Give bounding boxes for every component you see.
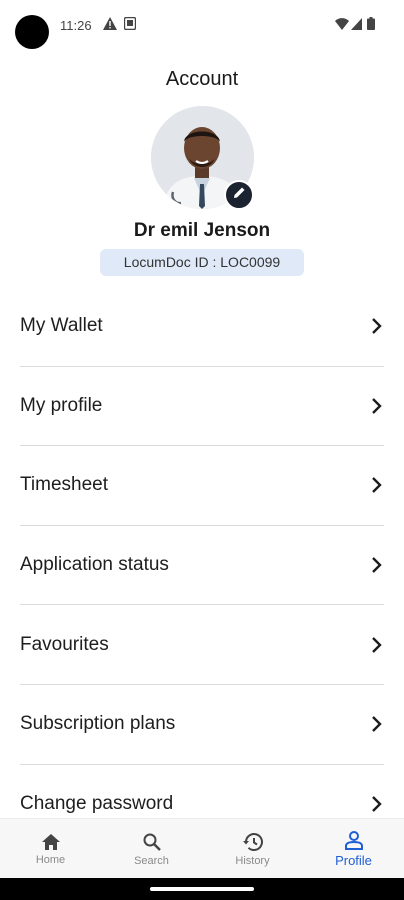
- nav-label: Search: [134, 854, 169, 867]
- chevron-right-icon: [372, 318, 382, 335]
- menu-item-subscription-plans[interactable]: Subscription plans: [20, 685, 384, 765]
- locumdoc-id-badge: LocumDoc ID : LOC0099: [100, 249, 304, 276]
- battery-icon: [367, 17, 375, 35]
- menu-item-favourites[interactable]: Favourites: [20, 605, 384, 685]
- menu-item-timesheet[interactable]: Timesheet: [20, 446, 384, 526]
- menu-item-label: Subscription plans: [20, 713, 176, 735]
- wifi-icon: [335, 17, 349, 35]
- menu-item-label: My profile: [20, 394, 103, 416]
- camera-cutout: [15, 15, 49, 49]
- bottom-navigation: Home Search History Profile: [0, 818, 404, 879]
- home-gesture-handle[interactable]: [150, 887, 254, 891]
- chevron-right-icon: [372, 557, 382, 573]
- menu-item-label: Change password: [20, 792, 174, 814]
- chevron-right-icon: [372, 398, 382, 414]
- search-icon: [143, 833, 161, 851]
- nav-item-search[interactable]: Search: [101, 819, 202, 879]
- menu-item-my-wallet[interactable]: My Wallet: [20, 287, 384, 367]
- nav-item-home[interactable]: Home: [0, 819, 101, 879]
- pencil-icon: [233, 186, 246, 204]
- home-icon: [41, 833, 60, 850]
- signal-icon: [351, 17, 362, 35]
- chevron-right-icon: [372, 796, 382, 812]
- menu-item-label: Favourites: [20, 633, 109, 655]
- menu-item-label: Application status: [20, 554, 169, 576]
- history-icon: [242, 832, 263, 851]
- nav-label: Home: [35, 853, 66, 866]
- page-title: Account: [165, 68, 239, 90]
- warning-icon: [103, 17, 117, 35]
- nav-item-profile[interactable]: Profile: [303, 819, 404, 879]
- menu-item-label: My Wallet: [20, 315, 103, 337]
- menu-item-application-status[interactable]: Application status: [20, 526, 384, 606]
- nav-label: History: [235, 854, 270, 867]
- edit-avatar-button[interactable]: [224, 180, 254, 210]
- status-bar: 11:26: [0, 0, 404, 52]
- person-icon: [344, 831, 363, 850]
- nav-label: Profile: [335, 853, 372, 868]
- menu-item-label: Timesheet: [20, 474, 108, 496]
- menu-item-my-profile[interactable]: My profile: [20, 367, 384, 447]
- status-time: 11:26: [60, 18, 92, 33]
- user-name: Dr emil Jenson: [133, 220, 271, 241]
- chevron-right-icon: [372, 636, 382, 653]
- chevron-right-icon: [372, 477, 382, 494]
- account-menu: My Wallet My profile Timesheet Applicati…: [0, 287, 404, 843]
- chevron-right-icon: [372, 716, 382, 733]
- notification-icon: [123, 16, 137, 35]
- nav-item-history[interactable]: History: [202, 819, 303, 879]
